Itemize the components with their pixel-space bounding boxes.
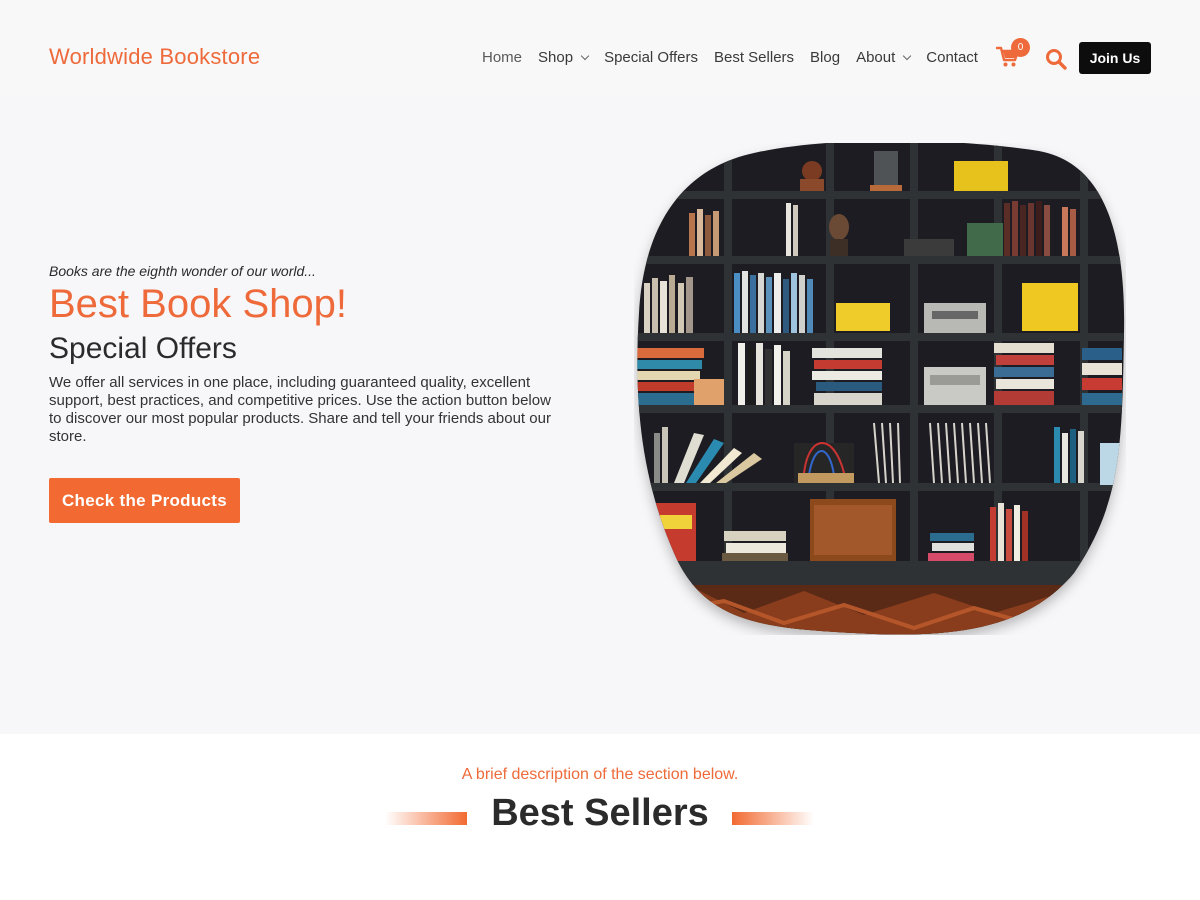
nav-item-label: Shop bbox=[538, 49, 574, 66]
title-decoration-right bbox=[732, 812, 814, 825]
section-title: Best Sellers bbox=[491, 792, 709, 834]
hero-section: Books are the eighth wonder of our world… bbox=[0, 96, 1200, 734]
nav-item-label: Contact bbox=[926, 49, 978, 66]
nav-item-blog[interactable]: Blog bbox=[810, 49, 840, 66]
bookshelf-image bbox=[637, 143, 1125, 635]
search-icon bbox=[1046, 49, 1067, 70]
nav-item-label: About bbox=[856, 49, 896, 66]
nav-item-label: Special Offers bbox=[604, 49, 698, 66]
join-us-button[interactable]: Join Us bbox=[1079, 42, 1151, 74]
chevron-down-icon bbox=[903, 51, 912, 61]
nav-item-label: Best Sellers bbox=[714, 49, 795, 66]
site-logo[interactable]: Worldwide Bookstore bbox=[49, 44, 260, 70]
nav-item-best-sellers[interactable]: Best Sellers bbox=[714, 49, 794, 66]
hero-tagline: Books are the eighth wonder of our world… bbox=[49, 263, 316, 279]
cart-button[interactable]: 0 bbox=[995, 38, 1030, 70]
nav-item-home[interactable]: Home bbox=[482, 49, 522, 66]
main-nav: Home Shop Special Offers Best Sellers Bl… bbox=[482, 49, 994, 66]
hero-title: Best Book Shop! bbox=[49, 282, 347, 326]
nav-item-shop[interactable]: Shop bbox=[538, 49, 590, 66]
check-products-button[interactable]: Check the Products bbox=[49, 478, 240, 523]
chevron-down-icon bbox=[580, 51, 590, 61]
cart-count-badge: 0 bbox=[1011, 38, 1030, 57]
nav-item-label: Blog bbox=[810, 49, 841, 66]
nav-item-contact[interactable]: Contact bbox=[926, 49, 978, 66]
section-description: A brief description of the section below… bbox=[461, 766, 739, 783]
search-button[interactable] bbox=[1045, 48, 1067, 70]
nav-item-special-offers[interactable]: Special Offers bbox=[604, 49, 698, 66]
hero-description: We offer all services in one place, incl… bbox=[49, 374, 551, 445]
nav-item-about[interactable]: About bbox=[856, 49, 912, 66]
site-header: Worldwide Bookstore Home Shop Special Of… bbox=[0, 0, 1200, 96]
nav-item-label: Home bbox=[482, 49, 523, 66]
hero-subtitle: Special Offers bbox=[49, 332, 237, 365]
